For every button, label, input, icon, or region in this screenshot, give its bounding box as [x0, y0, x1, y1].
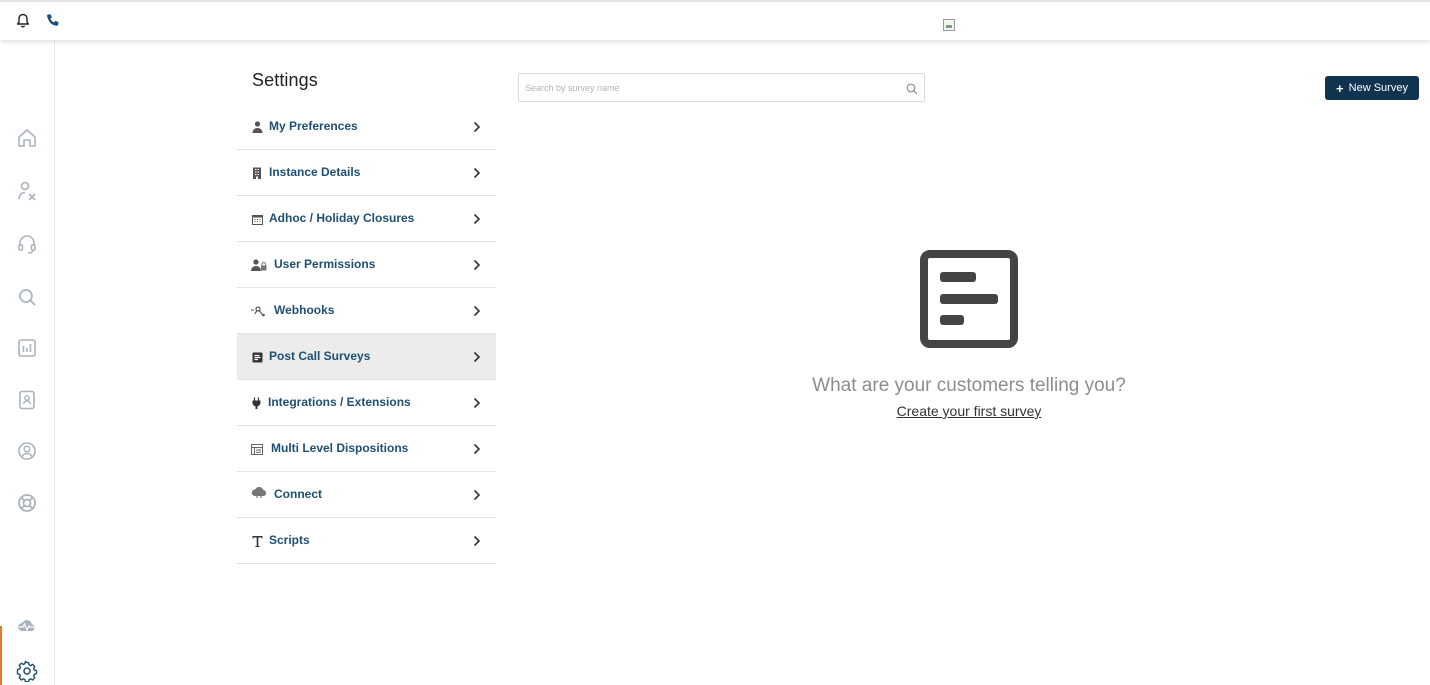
menu-item-my-preferences[interactable]: My Preferences: [237, 104, 496, 150]
user-lock-icon: [251, 258, 267, 272]
menu-item-integrations-extensions[interactable]: Integrations / Extensions: [237, 380, 496, 426]
phone-icon[interactable]: [44, 12, 62, 30]
menu-item-label: Multi Level Dispositions: [271, 441, 409, 455]
menu-item-label: Webhooks: [274, 303, 335, 317]
webhook-icon: [251, 304, 267, 318]
cloud-icon: [251, 485, 267, 499]
search-icon[interactable]: [906, 82, 918, 95]
status-cloud-icon[interactable]: [16, 615, 38, 637]
chevron-right-icon: [472, 212, 482, 226]
logo-image: [943, 19, 955, 31]
chevron-right-icon: [472, 442, 482, 456]
menu-item-label: Adhoc / Holiday Closures: [269, 211, 415, 225]
search-icon[interactable]: [16, 286, 38, 308]
survey-empty-icon: [920, 250, 1018, 348]
contacts-icon[interactable]: [16, 389, 38, 411]
chevron-right-icon: [472, 258, 482, 272]
survey-search: [518, 73, 925, 102]
chevron-right-icon: [472, 396, 482, 410]
menu-item-label: My Preferences: [269, 119, 358, 133]
chevron-right-icon: [472, 120, 482, 134]
text-icon: [251, 534, 263, 548]
plus-icon: +: [1336, 80, 1344, 96]
menu-item-label: Post Call Surveys: [269, 349, 371, 363]
top-bar: [0, 0, 1430, 40]
survey-icon: [251, 350, 263, 364]
empty-state-title: What are your customers telling you?: [812, 375, 1126, 396]
menu-item-post-call-surveys[interactable]: Post Call Surveys: [237, 334, 496, 380]
gear-icon[interactable]: [16, 660, 38, 682]
chevron-right-icon: [472, 304, 482, 318]
menu-item-webhooks[interactable]: Webhooks: [237, 288, 496, 334]
menu-item-connect[interactable]: Connect: [237, 472, 496, 518]
menu-item-instance-details[interactable]: Instance Details: [237, 150, 496, 196]
menu-item-label: Scripts: [269, 533, 310, 547]
page-title: Settings: [252, 70, 318, 90]
chevron-right-icon: [472, 350, 482, 364]
left-navigation: [0, 40, 55, 685]
chevron-right-icon: [472, 166, 482, 180]
menu-item-label: Instance Details: [269, 165, 361, 179]
bell-icon[interactable]: [14, 12, 32, 30]
menu-item-multi-level-dispositions[interactable]: Multi Level Dispositions: [237, 426, 496, 472]
menu-item-label: User Permissions: [274, 257, 376, 271]
headset-icon[interactable]: [16, 233, 38, 255]
support-icon[interactable]: [16, 492, 38, 514]
reports-icon[interactable]: [16, 337, 38, 359]
user-switch-icon[interactable]: [16, 180, 38, 202]
settings-menu: My Preferences Instance Details Adhoc / …: [237, 104, 496, 564]
menu-item-adhoc-holiday-closures[interactable]: Adhoc / Holiday Closures: [237, 196, 496, 242]
menu-item-user-permissions[interactable]: User Permissions: [237, 242, 496, 288]
create-first-survey-link[interactable]: Create your first survey: [769, 403, 1169, 419]
new-survey-button[interactable]: + New Survey: [1325, 76, 1419, 100]
new-survey-label: New Survey: [1348, 82, 1408, 94]
menu-item-label: Integrations / Extensions: [268, 395, 411, 409]
person-icon: [251, 120, 263, 134]
menu-item-scripts[interactable]: Scripts: [237, 518, 496, 564]
search-input[interactable]: [525, 74, 895, 101]
active-indicator: [0, 626, 2, 685]
home-icon[interactable]: [16, 127, 38, 149]
list-icon: [251, 442, 263, 456]
chevron-right-icon: [472, 534, 482, 548]
chevron-right-icon: [472, 488, 482, 502]
account-icon[interactable]: [16, 440, 38, 462]
menu-item-label: Connect: [274, 487, 322, 501]
building-icon: [251, 166, 263, 180]
plug-icon: [251, 396, 261, 410]
calendar-icon: [251, 212, 263, 226]
